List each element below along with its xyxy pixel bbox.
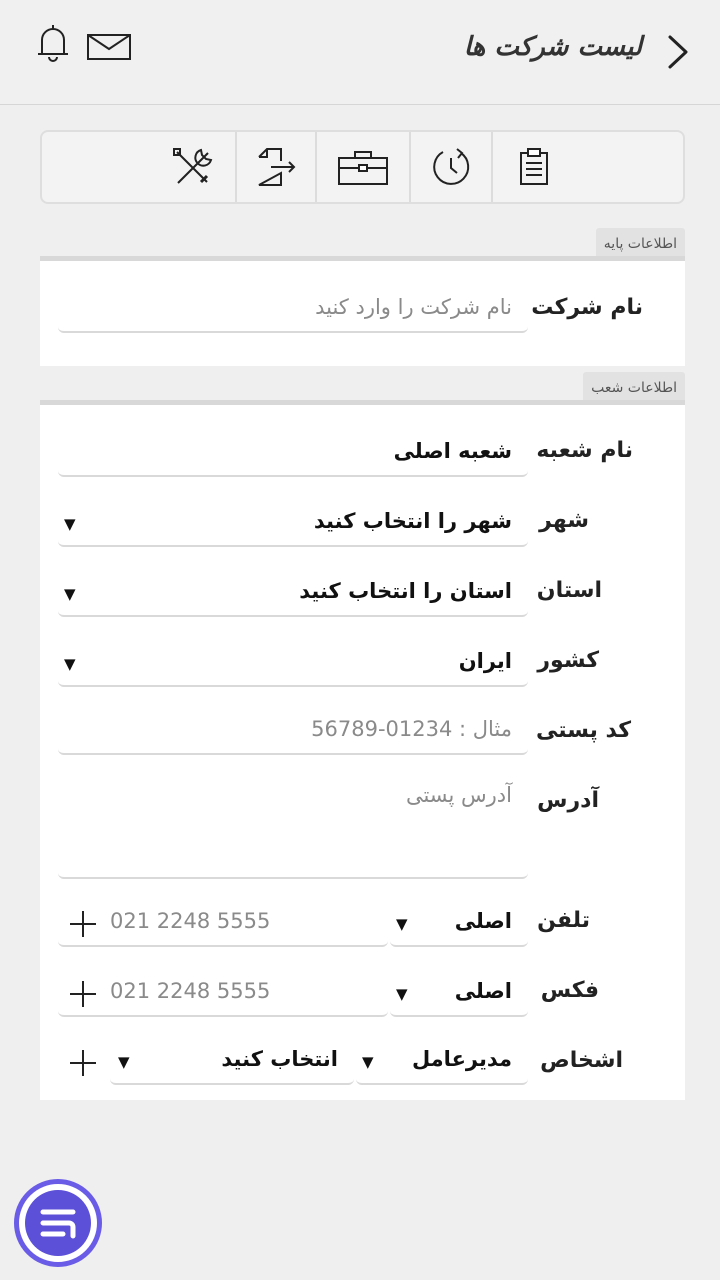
clipboard-button[interactable] [493, 132, 683, 202]
branch-info-card: نام شعبه شعبه اصلی شهر شهر را انتخاب کنی… [40, 400, 685, 1100]
action-toolbar [40, 130, 685, 204]
branch-name-value: شعبه اصلی [393, 439, 512, 463]
fax-number-placeholder: 021 2248 5555 [110, 979, 271, 1003]
menu-fab-inner [25, 1190, 91, 1256]
city-select[interactable]: شهر را انتخاب کنید ▼ [58, 503, 528, 547]
address-label: آدرس [537, 788, 599, 813]
phone-number-placeholder: 021 2248 5555 [110, 909, 271, 933]
city-value: شهر را انتخاب کنید [313, 509, 512, 533]
clipboard-icon [520, 148, 548, 185]
add-fax-icon[interactable] [70, 981, 96, 1007]
address-placeholder: آدرس پستی [405, 783, 512, 807]
phone-type-value: اصلی [454, 909, 512, 933]
export-icon [258, 148, 296, 186]
chevron-down-icon: ▼ [362, 1053, 374, 1071]
bell-icon[interactable] [36, 24, 70, 64]
postal-code-field[interactable]: مثال : 01234-56789 [58, 711, 528, 755]
city-label: شهر [539, 508, 589, 533]
person-select[interactable]: انتخاب کنید ▼ [110, 1041, 354, 1085]
phone-number-field[interactable]: 021 2248 5555 [58, 903, 388, 947]
briefcase-button[interactable] [317, 132, 409, 202]
chevron-down-icon: ▼ [396, 915, 408, 933]
chevron-down-icon: ▼ [396, 985, 408, 1003]
fax-type-value: اصلی [454, 979, 512, 1003]
menu-icon [40, 1209, 76, 1239]
country-select[interactable]: ایران ▼ [58, 643, 528, 687]
briefcase-icon [338, 151, 388, 185]
add-phone-icon[interactable] [70, 911, 96, 937]
chevron-down-icon: ▼ [64, 655, 76, 673]
export-button[interactable] [237, 132, 315, 202]
person-role-value: مدیرعامل [411, 1047, 512, 1071]
mail-icon[interactable] [86, 32, 132, 62]
address-textarea[interactable]: آدرس پستی [58, 777, 528, 879]
country-label: کشور [537, 648, 599, 673]
phone-type-select[interactable]: اصلی ▼ [390, 903, 528, 947]
company-name-label: نام شرکت [531, 295, 643, 320]
page-title: لیست شرکت ها [463, 32, 642, 62]
tools-icon [173, 148, 213, 184]
branch-name-label: نام شعبه [536, 438, 633, 463]
fax-number-field[interactable]: 021 2248 5555 [58, 973, 388, 1017]
person-value: انتخاب کنید [221, 1047, 338, 1071]
tools-button[interactable] [153, 132, 235, 202]
persons-label: اشخاص [540, 1048, 623, 1073]
chevron-right-icon[interactable] [666, 34, 690, 70]
chevron-down-icon: ▼ [118, 1053, 130, 1071]
postal-code-label: کد پستی [535, 718, 631, 743]
history-icon [433, 148, 470, 185]
chevron-down-icon: ▼ [64, 515, 76, 533]
person-role-select[interactable]: مدیرعامل ▼ [356, 1041, 528, 1085]
company-name-placeholder: نام شرکت را وارد کنید [315, 295, 512, 319]
province-label: استان [536, 578, 602, 603]
postal-code-placeholder: مثال : 01234-56789 [311, 717, 512, 741]
branch-name-field[interactable]: شعبه اصلی [58, 433, 528, 477]
add-person-icon[interactable] [70, 1050, 96, 1076]
company-name-field[interactable]: نام شرکت را وارد کنید [58, 289, 528, 333]
menu-fab[interactable] [14, 1179, 102, 1267]
chevron-down-icon: ▼ [64, 585, 76, 603]
country-value: ایران [458, 649, 512, 673]
phone-label: تلفن [537, 908, 590, 933]
province-value: استان را انتخاب کنید [299, 579, 512, 603]
fax-label: فکس [540, 978, 599, 1003]
province-select[interactable]: استان را انتخاب کنید ▼ [58, 573, 528, 617]
basic-info-card: نام شرکت نام شرکت را وارد کنید [40, 256, 685, 366]
fax-type-select[interactable]: اصلی ▼ [390, 973, 528, 1017]
history-button[interactable] [411, 132, 491, 202]
app-header: لیست شرکت ها [0, 0, 720, 105]
